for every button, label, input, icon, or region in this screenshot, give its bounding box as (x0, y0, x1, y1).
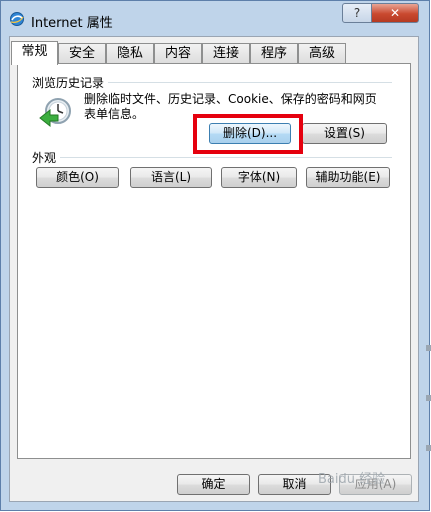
history-clock-icon (39, 98, 71, 128)
tab-programs[interactable]: 程序 (250, 43, 298, 64)
help-button[interactable]: ? (342, 3, 372, 23)
baidu-watermark: Baidu 经验 (318, 472, 386, 487)
window-title: Internet 属性 (31, 16, 113, 31)
tab-advanced[interactable]: 高级 (298, 43, 346, 64)
tab-security[interactable]: 安全 (58, 43, 106, 64)
red-highlight-box (193, 114, 303, 154)
title-bar[interactable]: Internet 属性 ? ✕ (1, 1, 429, 35)
edge-artifact (426, 445, 431, 451)
appearance-group-divider (36, 157, 392, 158)
languages-button[interactable]: 语言(L) (130, 167, 212, 188)
colors-button[interactable]: 颜色(O) (36, 167, 119, 188)
description-line-1: 删除临时文件、历史记录、Cookie、保存的密码和网页 (84, 92, 377, 106)
ie-globe-icon (10, 12, 24, 26)
tab-general[interactable]: 常规 (11, 41, 58, 65)
fonts-button[interactable]: 字体(N) (221, 167, 297, 188)
close-button[interactable]: ✕ (371, 3, 419, 23)
tab-connections[interactable]: 连接 (202, 43, 250, 64)
browsing-history-group-label: 浏览历史记录 (32, 74, 109, 91)
edge-artifact (426, 395, 431, 401)
tab-content[interactable]: 内容 (154, 43, 202, 64)
edge-artifact (426, 345, 431, 351)
accessibility-button[interactable]: 辅助功能(E) (306, 167, 390, 188)
ok-button[interactable]: 确定 (177, 474, 250, 495)
history-settings-button[interactable]: 设置(S) (302, 123, 387, 144)
appearance-group-label: 外观 (32, 149, 61, 166)
tab-privacy[interactable]: 隐私 (106, 43, 154, 64)
